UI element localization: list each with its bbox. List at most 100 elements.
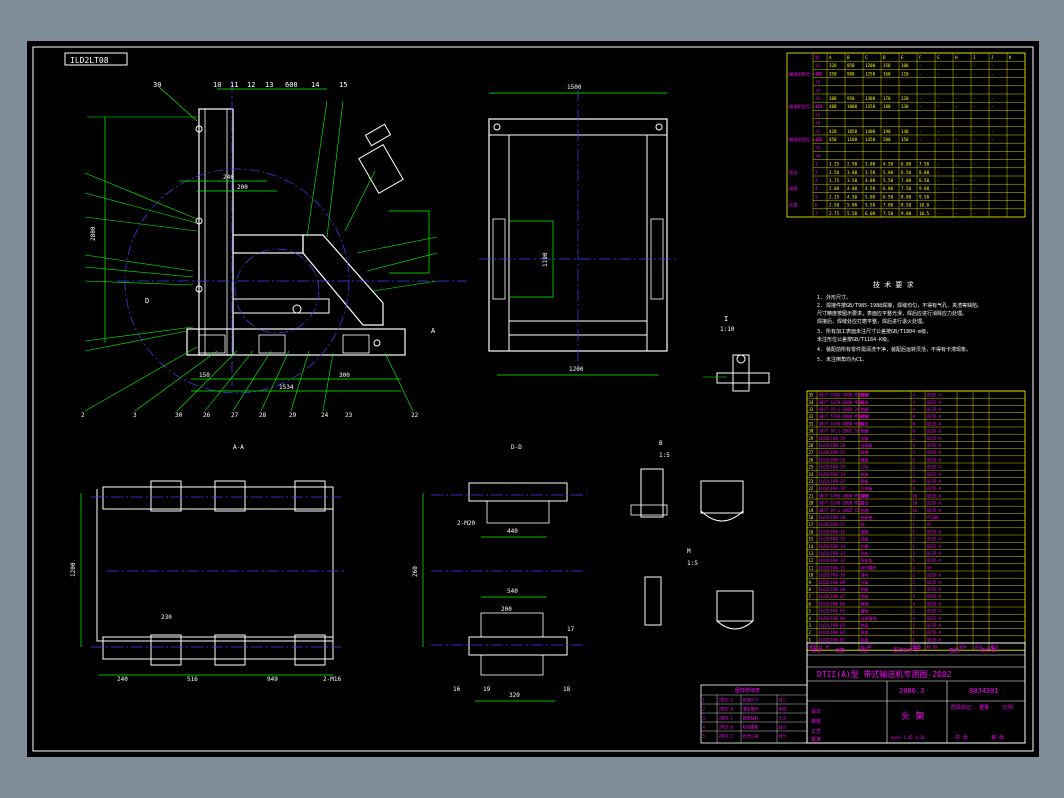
bom-cell: 5 xyxy=(809,609,812,614)
bom-cell: Q235-A xyxy=(927,443,942,448)
bom-cell: 4 xyxy=(913,393,916,398)
rev-cell: 张三 xyxy=(779,697,787,703)
param-cell: - xyxy=(955,178,958,183)
dd-view[interactable]: D-D 440 540 260 200 320 2-M20 16 19 18 1… xyxy=(412,444,587,702)
param-cell: - xyxy=(973,203,976,208)
bom-cell: Q235-A xyxy=(927,551,942,556)
param-cell: 2.50 xyxy=(847,162,858,167)
param-cell: 6.50 xyxy=(901,170,912,175)
param-cell: 170 xyxy=(883,96,891,101)
param-cell: A xyxy=(829,55,832,60)
param-cell: 5.00 xyxy=(883,170,894,175)
param-cell: - xyxy=(937,211,940,216)
title-label: 更改文件号 xyxy=(893,647,918,654)
role-label: 批准 xyxy=(811,736,821,743)
bom-cell: 15 xyxy=(809,537,814,542)
rev-cell: 修改公差 xyxy=(743,733,759,739)
role-label: 设计 xyxy=(811,708,821,715)
part-name: 头 架 xyxy=(901,711,924,722)
detail-i-view[interactable]: I 1:10 xyxy=(703,315,770,392)
param-cell: - xyxy=(991,63,994,68)
param-cell: - xyxy=(973,71,976,76)
bom-header: 单件 xyxy=(959,644,967,651)
bom-table[interactable]: 35 GB/T 5783-2000 M20×60螺栓 4 Q235-A34 GB/T 6… xyxy=(806,390,1026,651)
param-cell: - xyxy=(937,71,940,76)
bom-cell: Q235-A xyxy=(927,421,942,426)
param-cell: - xyxy=(973,104,976,109)
drawing-svg[interactable]: ILD2LT08 30 10 11 12 13 600 14 15 240 20… xyxy=(27,41,1039,757)
param-cell: 3.00 xyxy=(865,162,876,167)
bom-cell: Q235-A xyxy=(927,623,942,628)
section-marker: D xyxy=(145,297,149,305)
title-label: 标记 xyxy=(811,647,821,654)
bom-cell: 19 xyxy=(809,508,814,513)
part-number: 30 xyxy=(175,412,183,419)
param-cell: 200 xyxy=(883,137,891,142)
motor-body xyxy=(358,143,404,195)
dim-text: 600 xyxy=(285,81,298,89)
bom-cell: Q235-A xyxy=(927,544,942,549)
bom-cell: 张紧架 xyxy=(861,557,873,563)
bom-cell: 25 xyxy=(809,465,814,470)
param-cell: - xyxy=(919,129,922,134)
param-group-label: 驱动 xyxy=(789,169,797,176)
param-cell: 4.00 xyxy=(847,186,858,191)
title-block[interactable]: 标记 处数 分区 更改文件号 签名 年月日 DTII(A)型 带式输送机专用图-… xyxy=(806,642,1026,744)
tech-title: 技 术 要 求 xyxy=(873,280,914,289)
bom-cell: ILD2LT08-06 xyxy=(819,601,846,606)
aa-view[interactable]: A-A 1200 240 516 949 230 2-M16 xyxy=(70,444,347,683)
param-table[interactable]: 型 A B C D E F G H I J K+1 320 850 1200 150 100- - - - -输送机型号… xyxy=(786,52,1026,218)
param-cell: 10.5 xyxy=(919,211,930,216)
detail-b-view[interactable]: B 1:5 xyxy=(630,440,744,522)
bom-cell: ILD2LT08-24 xyxy=(819,472,846,477)
drawing-sheet[interactable]: ILD2LT08 30 10 11 12 13 600 14 15 240 20… xyxy=(27,41,1039,757)
dd-top-box xyxy=(486,500,550,524)
bom-cell: ILD2LT08-27 xyxy=(819,450,846,455)
aa-pad xyxy=(294,634,326,666)
param-cell: 1050 xyxy=(847,129,858,134)
param-cell: - xyxy=(955,137,958,142)
param-cell: J xyxy=(991,55,994,60)
detail-i-plate xyxy=(716,372,770,384)
revision-block[interactable]: 图样修改表 1 2002.5 修改尺寸 张三 2 2002.8 增加零件 李四 3 2003.1 修改… xyxy=(700,684,808,744)
param-cell: - xyxy=(955,211,958,216)
right-label: 阶段标记 xyxy=(951,704,971,711)
detail-m-view[interactable]: M 1:5 xyxy=(644,548,754,630)
bom-cell: 2 xyxy=(809,630,812,635)
detail-b-base xyxy=(630,504,668,516)
dim-text: 1500 xyxy=(567,84,582,91)
sheet-count: 共 张 xyxy=(955,734,968,741)
front-view[interactable]: 30 10 11 12 13 600 14 15 240 200 2800 15… xyxy=(81,81,467,419)
param-cell: 5.00 xyxy=(847,203,858,208)
motor-flange xyxy=(364,123,392,147)
param-cell: - xyxy=(955,63,958,68)
bom-cell: ILD2LT08-02 xyxy=(819,630,846,635)
rev-cell: 钱七 xyxy=(779,733,787,739)
cad-viewport[interactable]: ILD2LT08 30 10 11 12 13 600 14 15 240 20… xyxy=(0,0,1064,798)
bom-cell: 托架 xyxy=(861,579,869,585)
param-cell: 1200 xyxy=(865,63,876,68)
bom-cell: 挡板 xyxy=(861,536,869,542)
front-base xyxy=(186,328,406,356)
bom-cell: 护罩 xyxy=(861,543,869,549)
dim-text: 150 xyxy=(199,372,210,379)
bom-cell: 16 xyxy=(913,501,918,506)
param-cell: 130 xyxy=(901,104,909,109)
dd-top-plate xyxy=(468,482,568,502)
tech-item: 1. 外形尺寸。 xyxy=(817,294,851,301)
param-cell: 6 xyxy=(815,203,818,208)
bom-header: 材 料 xyxy=(927,644,939,651)
detail-scale: 1:5 xyxy=(659,452,670,459)
dim-text: 17 xyxy=(567,626,575,633)
part-number: 24 xyxy=(321,412,329,419)
param-cell: C xyxy=(865,55,868,60)
side-view[interactable]: 1500 1200 1190 xyxy=(479,84,677,376)
param-cell: 450 xyxy=(829,137,837,142)
rev-cell: 1 xyxy=(703,698,706,703)
param-cell: - xyxy=(937,194,940,199)
bom-cell: 30 xyxy=(809,429,814,434)
section-marker: A xyxy=(431,327,436,335)
param-cell: - xyxy=(973,96,976,101)
tech-item: 尺寸精度按图示要求，表面应平整光滑，焊后应进行消除应力处理。 xyxy=(817,310,967,317)
rev-cell: 王五 xyxy=(779,716,787,721)
